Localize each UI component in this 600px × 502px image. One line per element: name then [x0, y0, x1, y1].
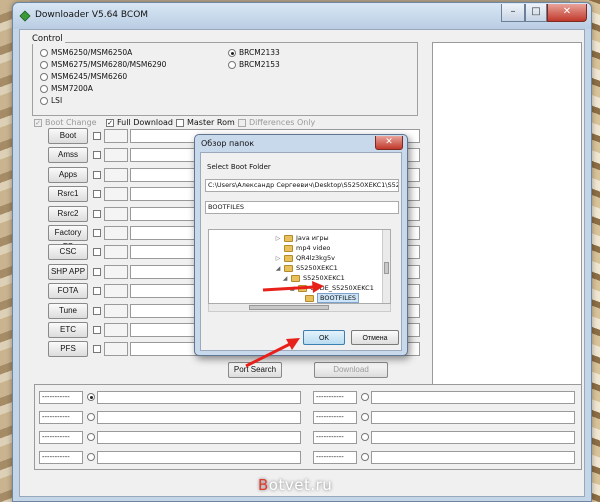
annotation-arrows — [245, 281, 324, 368]
watermark-logo: Botvet.ru — [258, 476, 333, 494]
red-arrow-to-ok-icon — [245, 338, 300, 368]
red-arrow-to-bootfiles-icon — [262, 281, 324, 293]
